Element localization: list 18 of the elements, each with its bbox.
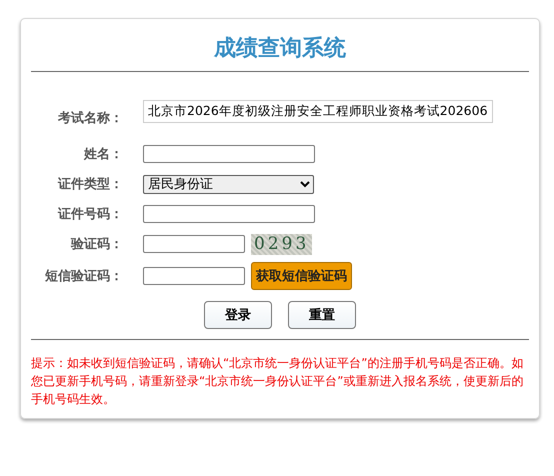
reset-button[interactable]: 重置: [288, 301, 356, 329]
field-label: 姓名：: [82, 146, 123, 163]
captcha-field[interactable]: [143, 235, 245, 253]
captcha-image[interactable]: 0293: [251, 234, 312, 254]
field-label: 考试名称：: [57, 110, 123, 126]
input-field[interactable]: [143, 205, 315, 223]
input-field[interactable]: [143, 145, 315, 163]
id-type-select[interactable]: 居民身份证: [143, 174, 314, 194]
get-sms-code-button[interactable]: 获取短信验证码: [251, 262, 352, 290]
field-label: 证件号码：: [56, 206, 123, 223]
field-label: 证件类型：: [56, 176, 123, 193]
page-title: 成绩查询系统: [212, 35, 347, 63]
notice-text: 提示：如未收到短信验证码，请确认“北京市统一身份认证平台”的注册手机号码是否正确。如您已更新手机号码，请重新登录“北京市统一身份认证平台”或重新进入报名系统，使更新后的手机号码生效。: [31, 355, 524, 408]
field-label: 验证码：: [70, 236, 123, 253]
field-label: 短信验证码：: [44, 268, 123, 285]
exam-name-field[interactable]: 北京市2026年度初级注册安全工程师职业资格考试202606: [143, 100, 493, 122]
sms-code-field[interactable]: [143, 267, 245, 285]
login-button[interactable]: 登录: [204, 301, 272, 329]
